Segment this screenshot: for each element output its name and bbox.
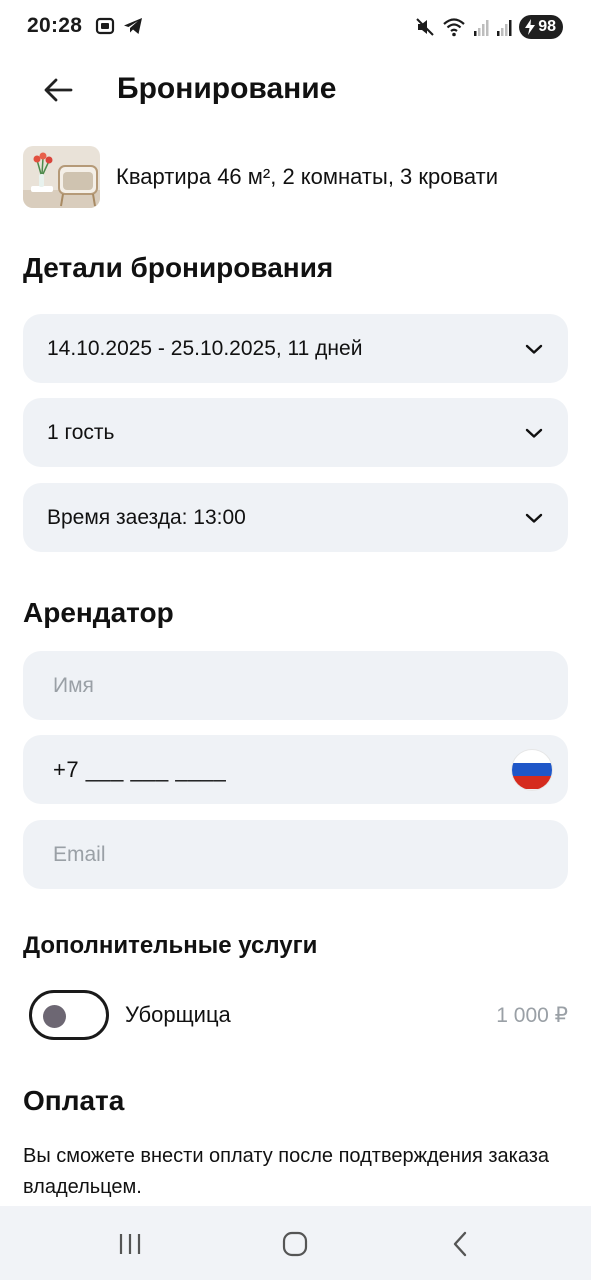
payment-description: Вы сможете внести оплату после подтвержд… — [23, 1145, 550, 1198]
signal-icon — [497, 20, 512, 36]
chevron-down-icon — [525, 344, 543, 354]
email-field-container — [23, 820, 568, 889]
chevron-down-icon — [525, 428, 543, 438]
status-time: 20:28 — [27, 14, 83, 37]
cleaner-toggle[interactable] — [29, 990, 109, 1040]
telegram-icon — [124, 18, 142, 34]
listing-summary[interactable]: Квартира 46 м², 2 комнаты, 3 кровати — [23, 146, 568, 208]
back-button[interactable] — [36, 70, 80, 110]
name-field-container — [23, 651, 568, 720]
home-button[interactable] — [275, 1224, 315, 1264]
home-icon — [282, 1231, 308, 1257]
guests-value: 1 гость — [47, 420, 115, 444]
status-bar: 20:28 98 — [0, 0, 591, 56]
app-header: Бронирование — [0, 64, 591, 116]
page-title: Бронирование — [117, 72, 337, 105]
arrow-left-icon — [44, 78, 73, 102]
status-right-icons: 98 — [415, 15, 563, 39]
status-left-icons — [94, 15, 144, 37]
email-field[interactable] — [53, 842, 552, 867]
screenshot-icon — [95, 17, 115, 35]
mute-icon — [416, 18, 434, 36]
battery-charging-icon — [525, 19, 536, 35]
checkin-time-value: Время заезда: 13:00 — [47, 505, 246, 529]
system-nav-bar — [0, 1206, 591, 1280]
listing-thumbnail — [23, 146, 100, 208]
battery-indicator: 98 — [519, 15, 563, 39]
chevron-down-icon — [525, 513, 543, 523]
payment-heading: Оплата — [23, 1085, 125, 1116]
phone-value: +7 ___ ___ ____ — [53, 756, 227, 782]
system-back-button[interactable] — [440, 1224, 480, 1264]
services-heading: Дополнительные услуги — [23, 932, 318, 959]
service-row-cleaner: Уборщица 1 000 ₽ — [23, 989, 568, 1041]
dates-value: 14.10.2025 - 25.10.2025, 11 дней — [47, 336, 363, 360]
recent-apps-button[interactable] — [110, 1224, 150, 1264]
phone-field[interactable]: +7 ___ ___ ____ — [23, 735, 568, 804]
tenant-heading: Арендатор — [23, 597, 174, 628]
booking-details-heading: Детали бронирования — [23, 252, 334, 283]
checkin-time-select[interactable]: Время заезда: 13:00 — [23, 483, 568, 552]
listing-title: Квартира 46 м², 2 комнаты, 3 кровати — [116, 164, 499, 189]
service-price: 1 000 ₽ — [496, 1003, 568, 1027]
battery-level: 98 — [538, 18, 556, 35]
name-field[interactable] — [53, 673, 552, 698]
service-label: Уборщица — [125, 1002, 231, 1027]
guests-select[interactable]: 1 гость — [23, 398, 568, 467]
dates-select[interactable]: 14.10.2025 - 25.10.2025, 11 дней — [23, 314, 568, 383]
wifi-icon — [443, 18, 465, 37]
toggle-knob — [43, 1005, 66, 1028]
signal-icon — [474, 20, 489, 36]
russia-flag-icon[interactable] — [512, 749, 552, 790]
back-icon — [453, 1231, 467, 1257]
recent-apps-icon — [119, 1234, 141, 1254]
